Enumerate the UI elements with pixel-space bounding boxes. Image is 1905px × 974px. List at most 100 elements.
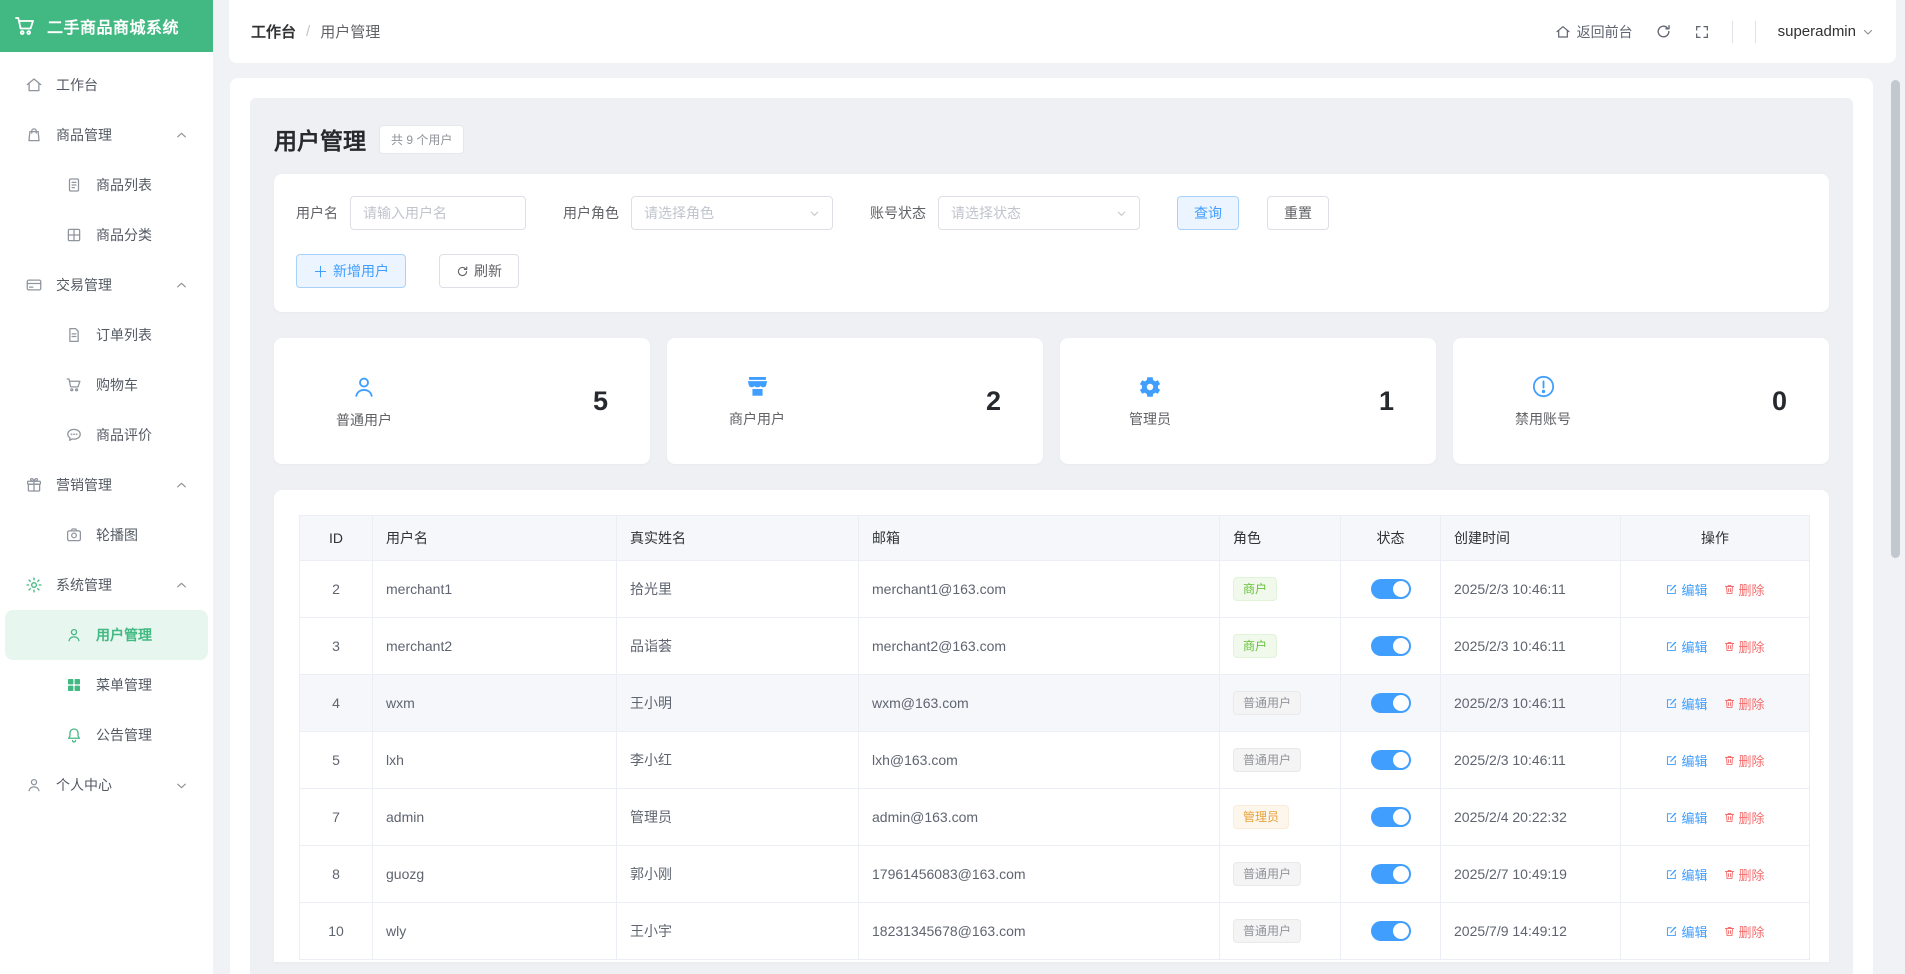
delete-button[interactable]: 删除 bbox=[1723, 694, 1765, 713]
sidebar-item-label: 工作台 bbox=[56, 75, 98, 95]
trash-icon bbox=[1723, 697, 1736, 710]
delete-button[interactable]: 删除 bbox=[1723, 922, 1765, 941]
sidebar-item-profile-center[interactable]: 个人中心 bbox=[5, 760, 208, 810]
bell-icon bbox=[65, 726, 83, 744]
cell-username: merchant2 bbox=[373, 618, 617, 675]
role-select[interactable]: 请选择角色 bbox=[631, 196, 833, 230]
sidebar-item-product-review[interactable]: 商品评价 bbox=[5, 410, 208, 460]
cart-icon bbox=[65, 376, 83, 394]
cell-status bbox=[1341, 789, 1441, 846]
sidebar-item-product-category[interactable]: 商品分类 bbox=[5, 210, 208, 260]
sidebar-item-marketing-mgmt[interactable]: 营销管理 bbox=[5, 460, 208, 510]
status-toggle[interactable] bbox=[1371, 636, 1411, 656]
edit-icon bbox=[1665, 754, 1678, 767]
stat-card-merchant-users: 商户用户2 bbox=[667, 338, 1043, 464]
edit-button[interactable]: 编辑 bbox=[1665, 637, 1707, 656]
fullscreen-icon[interactable] bbox=[1694, 24, 1710, 40]
stat-card-normal-users: 普通用户 5 bbox=[274, 338, 650, 464]
cell-realname: 李小红 bbox=[617, 732, 859, 789]
back-to-front-button[interactable]: 返回前台 bbox=[1555, 22, 1633, 42]
sidebar-item-cart[interactable]: 购物车 bbox=[5, 360, 208, 410]
chevron-up-icon bbox=[175, 279, 188, 292]
edit-button[interactable]: 编辑 bbox=[1665, 865, 1707, 884]
role-tag: 普通用户 bbox=[1233, 748, 1301, 772]
status-toggle[interactable] bbox=[1371, 750, 1411, 770]
user-table-card: ID用户名真实姓名邮箱角色状态创建时间操作 2merchant1拾光里merch… bbox=[274, 490, 1829, 962]
sidebar-item-announcement-mgmt[interactable]: 公告管理 bbox=[5, 710, 208, 760]
user-table: ID用户名真实姓名邮箱角色状态创建时间操作 2merchant1拾光里merch… bbox=[299, 515, 1810, 960]
delete-button[interactable]: 删除 bbox=[1723, 580, 1765, 599]
gift-icon bbox=[25, 476, 43, 494]
status-toggle[interactable] bbox=[1371, 693, 1411, 713]
add-user-button[interactable]: ＋ 新增用户 bbox=[296, 254, 406, 288]
cell-username: admin bbox=[373, 789, 617, 846]
stat-label: 管理员 bbox=[1129, 409, 1171, 429]
cell-status bbox=[1341, 561, 1441, 618]
status-toggle[interactable] bbox=[1371, 864, 1411, 884]
status-toggle[interactable] bbox=[1371, 807, 1411, 827]
sidebar-item-order-list[interactable]: 订单列表 bbox=[5, 310, 208, 360]
status-toggle[interactable] bbox=[1371, 921, 1411, 941]
gear-icon bbox=[25, 576, 43, 594]
main-content-card: 用户管理 共 9 个用户 用户名 用户角色 请选择角色 账号状态 请选择状态 bbox=[230, 78, 1873, 974]
cell-status bbox=[1341, 618, 1441, 675]
delete-button[interactable]: 删除 bbox=[1723, 751, 1765, 770]
cell-role: 管理员 bbox=[1220, 789, 1341, 846]
sidebar-item-product-mgmt[interactable]: 商品管理 bbox=[5, 110, 208, 160]
sidebar-item-user-mgmt[interactable]: 用户管理 bbox=[5, 610, 208, 660]
breadcrumb: 工作台 / 用户管理 bbox=[251, 21, 380, 42]
sidebar-item-menu-mgmt[interactable]: 菜单管理 bbox=[5, 660, 208, 710]
user-menu[interactable]: superadmin bbox=[1778, 23, 1874, 40]
edit-icon bbox=[1665, 640, 1678, 653]
stat-label: 禁用账号 bbox=[1515, 409, 1571, 429]
column-header-role: 角色 bbox=[1220, 516, 1341, 561]
reset-button[interactable]: 重置 bbox=[1267, 196, 1329, 230]
shop-icon bbox=[744, 373, 771, 400]
sidebar-item-label: 订单列表 bbox=[96, 325, 152, 345]
gear-fill-icon bbox=[1137, 374, 1163, 400]
search-button[interactable]: 查询 bbox=[1177, 196, 1239, 230]
trash-icon bbox=[1723, 868, 1736, 881]
sidebar-item-label: 轮播图 bbox=[96, 525, 138, 545]
cell-actions: 编辑删除 bbox=[1621, 732, 1810, 789]
sidebar-item-trade-mgmt[interactable]: 交易管理 bbox=[5, 260, 208, 310]
sidebar-item-label: 菜单管理 bbox=[96, 675, 152, 695]
cell-id: 8 bbox=[300, 846, 373, 903]
cell-role: 商户 bbox=[1220, 618, 1341, 675]
cell-created: 2025/2/3 10:46:11 bbox=[1441, 561, 1621, 618]
cell-realname: 郭小刚 bbox=[617, 846, 859, 903]
column-header-status: 状态 bbox=[1341, 516, 1441, 561]
table-row: 7admin管理员admin@163.com管理员2025/2/4 20:22:… bbox=[300, 789, 1810, 846]
delete-button[interactable]: 删除 bbox=[1723, 637, 1765, 656]
cell-email: 17961456083@163.com bbox=[859, 846, 1220, 903]
refresh-button[interactable]: 刷新 bbox=[439, 254, 519, 288]
status-toggle[interactable] bbox=[1371, 579, 1411, 599]
stat-card-disabled-accounts: 禁用账号0 bbox=[1453, 338, 1829, 464]
sidebar-item-system-mgmt[interactable]: 系统管理 bbox=[5, 560, 208, 610]
sidebar-item-carousel[interactable]: 轮播图 bbox=[5, 510, 208, 560]
cell-username: merchant1 bbox=[373, 561, 617, 618]
column-header-username: 用户名 bbox=[373, 516, 617, 561]
refresh-icon[interactable] bbox=[1655, 23, 1672, 40]
edit-button[interactable]: 编辑 bbox=[1665, 922, 1707, 941]
username-input[interactable] bbox=[350, 196, 526, 230]
trash-icon bbox=[1723, 583, 1736, 596]
sidebar-item-product-list[interactable]: 商品列表 bbox=[5, 160, 208, 210]
cell-id: 2 bbox=[300, 561, 373, 618]
delete-button[interactable]: 删除 bbox=[1723, 865, 1765, 884]
column-header-realname: 真实姓名 bbox=[617, 516, 859, 561]
edit-button[interactable]: 编辑 bbox=[1665, 751, 1707, 770]
sidebar-item-workbench[interactable]: 工作台 bbox=[5, 60, 208, 110]
edit-button[interactable]: 编辑 bbox=[1665, 808, 1707, 827]
edit-button[interactable]: 编辑 bbox=[1665, 694, 1707, 713]
stat-label: 普通用户 bbox=[336, 410, 392, 430]
chat-icon bbox=[65, 426, 83, 444]
vertical-scrollbar[interactable] bbox=[1891, 80, 1900, 558]
table-row: 8guozg郭小刚17961456083@163.com普通用户2025/2/7… bbox=[300, 846, 1810, 903]
delete-button[interactable]: 删除 bbox=[1723, 808, 1765, 827]
status-select[interactable]: 请选择状态 bbox=[938, 196, 1140, 230]
edit-button[interactable]: 编辑 bbox=[1665, 580, 1707, 599]
breadcrumb-workbench[interactable]: 工作台 bbox=[251, 21, 296, 42]
sidebar-item-label: 商品管理 bbox=[56, 125, 112, 145]
stat-value: 5 bbox=[593, 386, 608, 417]
